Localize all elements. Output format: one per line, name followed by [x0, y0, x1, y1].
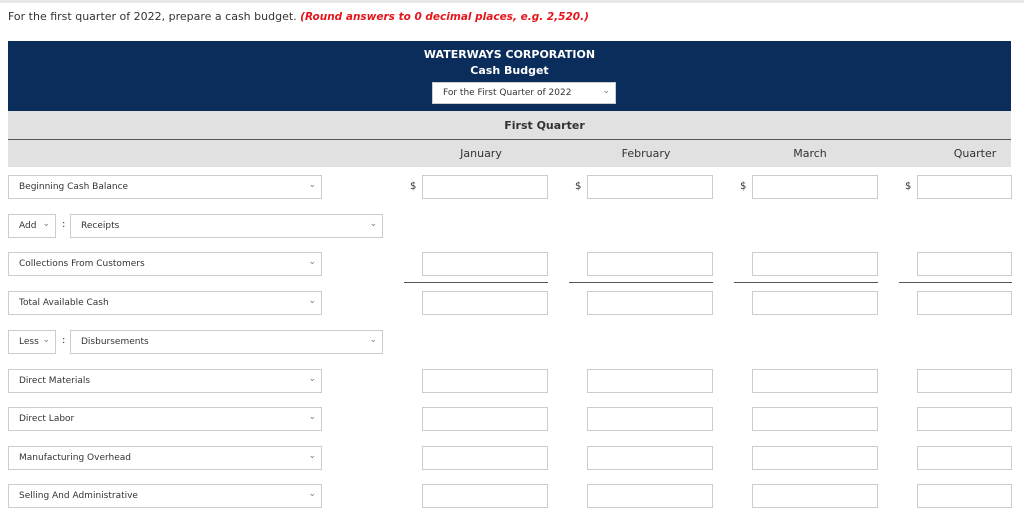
beginning-select[interactable]: Beginning Cash Balance ⌄ — [8, 175, 322, 199]
chevron-down-icon: ⌄ — [308, 257, 316, 267]
add-op-select[interactable]: Add ⌄ — [8, 214, 56, 238]
currency-symbol: $ — [740, 181, 747, 192]
beginning-february-input[interactable] — [587, 175, 713, 199]
currency-symbol: $ — [905, 181, 912, 192]
select-value: Disbursements — [81, 337, 149, 347]
mfg-overhead-march-input[interactable] — [752, 446, 878, 470]
receipts-select[interactable]: Receipts ⌄ — [70, 214, 383, 238]
direct-labor-january-input[interactable] — [422, 407, 548, 431]
group-header-label: First Quarter — [504, 119, 585, 132]
select-value: Receipts — [81, 221, 120, 231]
total-available-march-input[interactable] — [752, 291, 878, 315]
direct-labor-select[interactable]: Direct Labor ⌄ — [8, 407, 322, 431]
instructions: For the first quarter of 2022, prepare a… — [8, 10, 589, 23]
total-available-select[interactable]: Total Available Cash ⌄ — [8, 291, 322, 315]
collections-march-input[interactable] — [752, 252, 878, 276]
currency-symbol: $ — [575, 181, 582, 192]
col-february: February — [621, 147, 671, 160]
period-select[interactable]: For the First Quarter of 2022 ⌄ — [432, 82, 616, 104]
chevron-down-icon: ⌄ — [308, 412, 316, 422]
direct-materials-february-input[interactable] — [587, 369, 713, 393]
direct-materials-january-input[interactable] — [422, 369, 548, 393]
collections-quarter-input[interactable] — [917, 252, 1012, 276]
col-march: March — [793, 147, 827, 160]
subtotal-underline — [734, 282, 878, 283]
collections-january-input[interactable] — [422, 252, 548, 276]
select-value: Less — [19, 337, 39, 347]
colon: : — [62, 219, 66, 230]
chevron-down-icon: ⌄ — [42, 335, 50, 345]
select-value: Direct Labor — [19, 414, 75, 424]
period-select-value: For the First Quarter of 2022 — [443, 88, 572, 98]
selling-admin-january-input[interactable] — [422, 484, 548, 508]
selling-admin-march-input[interactable] — [752, 484, 878, 508]
total-available-january-input[interactable] — [422, 291, 548, 315]
selling-admin-february-input[interactable] — [587, 484, 713, 508]
select-value: Direct Materials — [19, 376, 91, 386]
chevron-down-icon: ⌄ — [369, 219, 377, 229]
select-value: Total Available Cash — [19, 298, 109, 308]
chevron-down-icon: ⌄ — [42, 219, 50, 229]
statement-title: Cash Budget — [470, 64, 549, 77]
mfg-overhead-select[interactable]: Manufacturing Overhead ⌄ — [8, 446, 322, 470]
chevron-down-icon: ⌄ — [308, 451, 316, 461]
mfg-overhead-january-input[interactable] — [422, 446, 548, 470]
chevron-down-icon: ⌄ — [308, 180, 316, 190]
beginning-quarter-input[interactable] — [917, 175, 1012, 199]
beginning-january-input[interactable] — [422, 175, 548, 199]
direct-materials-select[interactable]: Direct Materials ⌄ — [8, 369, 322, 393]
total-available-quarter-input[interactable] — [917, 291, 1012, 315]
select-value: Manufacturing Overhead — [19, 453, 131, 463]
selling-admin-quarter-input[interactable] — [917, 484, 1012, 508]
group-header: First Quarter — [8, 111, 1011, 140]
chevron-down-icon: ⌄ — [602, 86, 610, 96]
currency-symbol: $ — [410, 181, 417, 192]
col-january: January — [460, 147, 502, 160]
direct-labor-quarter-input[interactable] — [917, 407, 1012, 431]
direct-labor-february-input[interactable] — [587, 407, 713, 431]
instruction-text: For the first quarter of 2022, prepare a… — [8, 10, 297, 23]
mfg-overhead-quarter-input[interactable] — [917, 446, 1012, 470]
subtotal-underline — [899, 282, 1012, 283]
select-value: Selling And Administrative — [19, 491, 138, 501]
col-quarter: Quarter — [953, 147, 997, 160]
direct-materials-quarter-input[interactable] — [917, 369, 1012, 393]
chevron-down-icon: ⌄ — [369, 335, 377, 345]
total-available-february-input[interactable] — [587, 291, 713, 315]
select-value: Collections From Customers — [19, 259, 145, 269]
less-op-select[interactable]: Less ⌄ — [8, 330, 56, 354]
company-name: WATERWAYS CORPORATION — [423, 48, 596, 61]
collections-february-input[interactable] — [587, 252, 713, 276]
collections-select[interactable]: Collections From Customers ⌄ — [8, 252, 322, 276]
selling-admin-select[interactable]: Selling And Administrative ⌄ — [8, 484, 322, 508]
budget-header: WATERWAYS CORPORATION Cash Budget For th… — [8, 41, 1011, 111]
direct-materials-march-input[interactable] — [752, 369, 878, 393]
mfg-overhead-february-input[interactable] — [587, 446, 713, 470]
rounding-note: (Round answers to 0 decimal places, e.g.… — [300, 11, 589, 23]
direct-labor-march-input[interactable] — [752, 407, 878, 431]
beginning-march-input[interactable] — [752, 175, 878, 199]
colon: : — [62, 335, 66, 346]
chevron-down-icon: ⌄ — [308, 489, 316, 499]
chevron-down-icon: ⌄ — [308, 374, 316, 384]
disbursements-select[interactable]: Disbursements ⌄ — [70, 330, 383, 354]
chevron-down-icon: ⌄ — [308, 296, 316, 306]
select-value: Add — [19, 221, 37, 231]
subtotal-underline — [404, 282, 548, 283]
select-value: Beginning Cash Balance — [19, 182, 129, 192]
top-border — [0, 0, 1024, 3]
subtotal-underline — [569, 282, 713, 283]
